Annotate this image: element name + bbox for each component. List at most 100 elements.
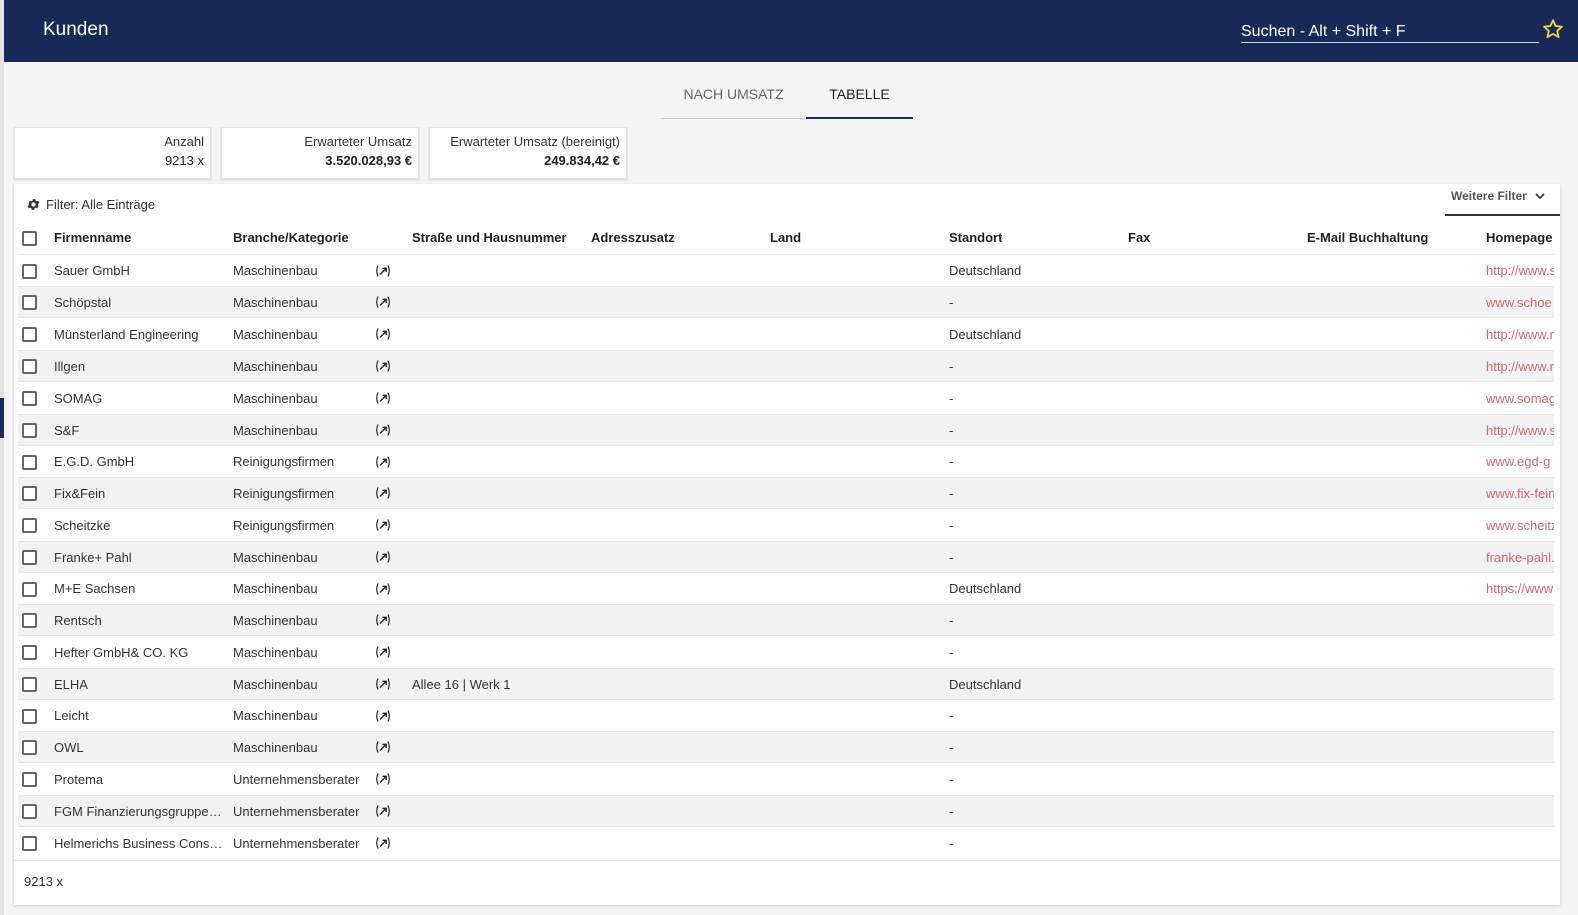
table-row[interactable]: FGM Finanzierungsgruppe… Unternehmensbera… [18,795,1554,826]
open-link-icon[interactable] [374,573,396,604]
row-checkbox[interactable] [22,645,37,660]
page-title: Kunden [43,19,109,40]
table-row[interactable]: Münsterland Engineering Maschinenbau Deuts… [18,317,1554,350]
open-link-icon[interactable] [374,478,396,508]
cell-homepage[interactable] [1486,700,1554,731]
open-link-icon[interactable] [374,669,396,699]
open-link-icon[interactable] [374,318,396,350]
row-checkbox[interactable] [22,264,37,279]
search-input[interactable]: Suchen - Alt + Shift + F [1241,22,1539,43]
cell-homepage[interactable] [1486,796,1554,826]
row-checkbox[interactable] [22,582,37,597]
open-link-icon[interactable] [374,827,396,859]
row-checkbox[interactable] [22,772,37,787]
tab-tabelle[interactable]: TABELLE [806,78,913,119]
table-row[interactable]: Rentsch Maschinenbau - [18,604,1554,635]
table-row[interactable]: SOMAG Maschinenbau - www.somag [18,381,1554,414]
open-link-icon[interactable] [374,605,396,635]
table-row[interactable]: M+E Sachsen Maschinenbau Deutschland https:… [18,572,1554,604]
open-link-icon[interactable] [374,382,396,414]
column-header-homepage[interactable]: Homepage [1486,221,1552,254]
column-header-strasse[interactable]: Straße und Hausnummer [412,221,567,254]
open-link-icon[interactable] [374,636,396,668]
column-header-adresszusatz[interactable]: Adresszusatz [591,221,675,254]
table-row[interactable]: ELHA Maschinenbau Allee 16 | Werk 1 Deutsch… [18,668,1554,699]
cell-homepage[interactable]: http://www.r [1486,351,1554,381]
cell-homepage[interactable]: http://www.r [1486,318,1554,350]
row-checkbox[interactable] [22,613,37,628]
open-link-icon[interactable] [374,796,396,826]
stat-card-erwarteter-umsatz: Erwarteter Umsatz 3.520.028,93 € [221,127,419,179]
row-checkbox[interactable] [22,709,37,724]
table-viewport[interactable]: Firmenname Branche/Kategorie Straße und … [18,221,1554,861]
cell-homepage[interactable]: http://www.s [1486,415,1554,445]
row-checkbox[interactable] [22,295,37,310]
table-row[interactable]: Scheitzke Reinigungsfirmen - www.scheitz [18,508,1554,541]
open-link-icon[interactable] [374,351,396,381]
cell-homepage[interactable]: www.scheitz [1486,509,1554,541]
column-header-fax[interactable]: Fax [1128,221,1150,254]
open-link-icon[interactable] [374,542,396,572]
cell-name: SOMAG [54,390,103,406]
cell-homepage[interactable] [1486,763,1554,795]
table-row[interactable]: Protema Unternehmensberater - [18,762,1554,795]
row-checkbox[interactable] [22,327,37,342]
cell-homepage[interactable] [1486,669,1554,699]
cell-homepage[interactable]: http://www.s [1486,255,1554,286]
column-header-firmenname[interactable]: Firmenname [54,221,131,254]
gear-icon[interactable] [26,197,41,212]
column-header-standort[interactable]: Standort [949,221,1002,254]
table-row[interactable]: Schöpstal Maschinenbau - www.schoe [18,286,1554,317]
open-link-icon[interactable] [374,415,396,445]
table-row[interactable]: Fix&Fein Reinigungsfirmen - www.fix-fein [18,477,1554,508]
tab-nach-umsatz[interactable]: NACH UMSATZ [661,78,806,119]
open-link-icon[interactable] [374,287,396,317]
more-filters-button[interactable]: Weitere Filter [1445,184,1560,216]
table-row[interactable]: Sauer GmbH Maschinenbau Deutschland http://… [18,254,1554,286]
row-checkbox[interactable] [22,550,37,565]
table-row[interactable]: Leicht Maschinenbau - [18,699,1554,731]
cell-homepage[interactable]: www.schoe [1486,287,1554,317]
column-header-land[interactable]: Land [770,221,801,254]
open-link-icon[interactable] [374,763,396,795]
column-header-email-buchhaltung[interactable]: E-Mail Buchhaltung [1307,221,1428,254]
row-checkbox[interactable] [22,455,37,470]
filter-label: Filter: Alle Einträge [46,197,156,212]
row-checkbox[interactable] [22,486,37,501]
open-link-icon[interactable] [374,732,396,762]
table-row[interactable]: OWL Maschinenbau - [18,731,1554,762]
open-link-icon[interactable] [374,446,396,477]
row-checkbox[interactable] [22,677,37,692]
cell-homepage[interactable]: franke-pahl. [1486,542,1554,572]
table-row[interactable]: S&F Maschinenbau - http://www.s [18,414,1554,445]
open-link-icon[interactable] [374,509,396,541]
cell-branche: Unternehmensberater [233,771,360,787]
table-row[interactable]: Helmerichs Business Cons… Unternehmensber… [18,826,1554,859]
open-link-icon[interactable] [374,700,396,731]
row-checkbox[interactable] [22,359,37,374]
cell-homepage[interactable] [1486,827,1554,859]
select-all-checkbox[interactable] [22,231,37,246]
row-checkbox[interactable] [22,391,37,406]
table-row[interactable]: Hefter GmbH& CO. KG Maschinenbau - [18,635,1554,668]
row-checkbox[interactable] [22,804,37,819]
cell-homepage[interactable] [1486,636,1554,668]
cell-homepage[interactable]: www.fix-fein [1486,478,1554,508]
table-row[interactable]: Franke+ Pahl Maschinenbau - franke-pahl. [18,541,1554,572]
table-row[interactable]: Illgen Maschinenbau - http://www.r [18,350,1554,381]
row-checkbox[interactable] [22,836,37,851]
cell-homepage[interactable] [1486,732,1554,762]
row-checkbox[interactable] [22,518,37,533]
star-icon[interactable] [1542,18,1564,40]
table-row[interactable]: E.G.D. GmbH Reinigungsfirmen - www.egd-g [18,445,1554,477]
row-checkbox[interactable] [22,740,37,755]
open-link-icon[interactable] [374,255,396,286]
filter-status[interactable]: Filter: Alle Einträge [26,197,155,213]
row-checkbox[interactable] [22,423,37,438]
cell-homepage[interactable]: www.somag [1486,382,1554,414]
cell-homepage[interactable]: https://www [1486,573,1554,604]
cell-homepage[interactable]: www.egd-g [1486,446,1554,477]
column-header-branche[interactable]: Branche/Kategorie [233,221,349,254]
cell-homepage[interactable] [1486,605,1554,635]
cell-name: Sauer GmbH [54,263,130,278]
